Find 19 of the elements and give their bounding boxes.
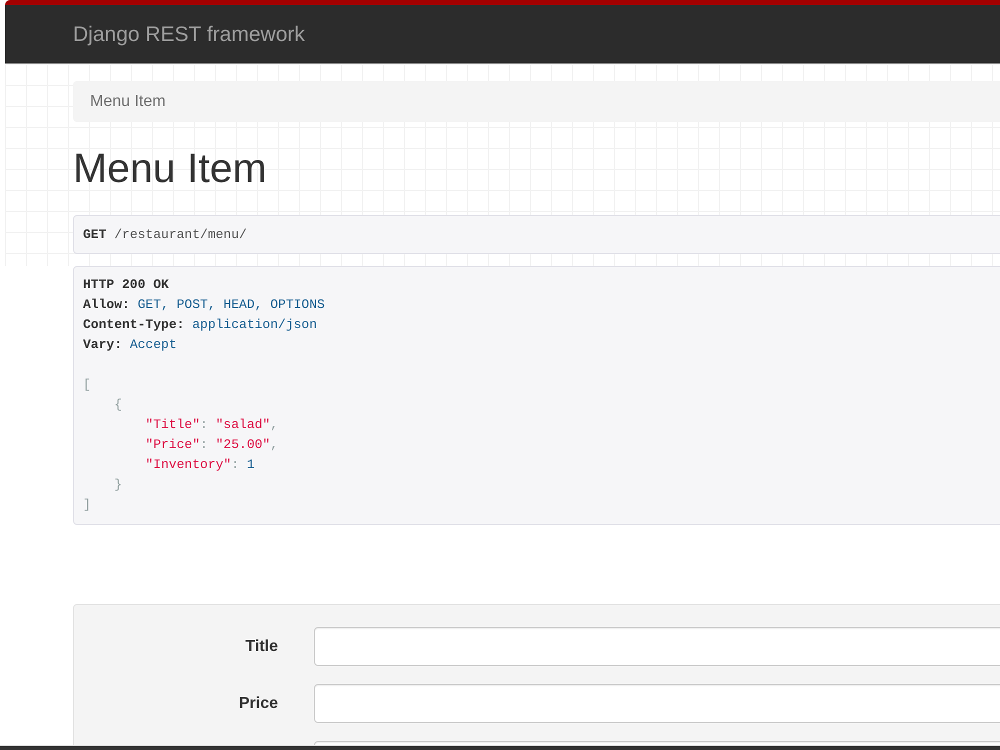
json-line: "Inventory": 1 xyxy=(144,456,255,474)
field-label: Title xyxy=(245,636,278,656)
json-line: "Price": "25.00", xyxy=(144,436,278,454)
breadcrumb-item: Menu Item xyxy=(90,92,166,112)
brand-link[interactable]: Django REST framework xyxy=(73,24,305,44)
json-line: } xyxy=(113,476,122,494)
response-header-line: Allow: GET, POST, HEAD, OPTIONS xyxy=(83,296,325,314)
text-input[interactable] xyxy=(314,627,1000,666)
request-line: GET /restaurant/menu/ xyxy=(83,226,247,244)
json-line: ] xyxy=(83,496,91,514)
response-header-line: Vary: Accept xyxy=(83,336,177,354)
page-title: Menu Item xyxy=(73,146,267,191)
response-header-line: Content-Type: application/json xyxy=(83,316,318,334)
json-line: { xyxy=(113,396,122,414)
json-line: [ xyxy=(83,376,91,394)
field-label: Price xyxy=(238,694,278,714)
response-status: HTTP 200 OK xyxy=(83,276,169,294)
json-line: "Title": "salad", xyxy=(144,416,278,434)
text-input[interactable] xyxy=(314,684,1000,723)
